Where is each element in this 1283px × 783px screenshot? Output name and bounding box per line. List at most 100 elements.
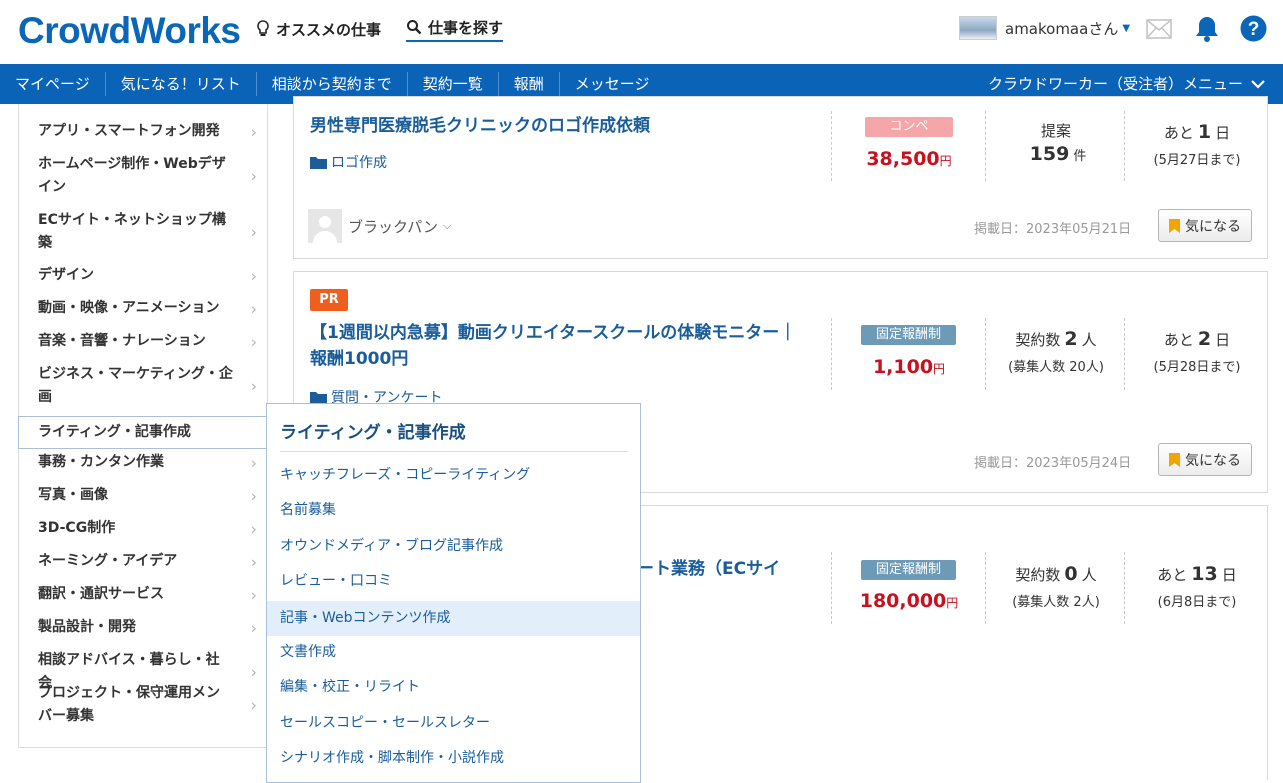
proposal-count: 提案 159 件 <box>986 120 1126 165</box>
sidebar-item-product-design[interactable]: 製品設計・開発 › <box>19 616 267 639</box>
subcategory-item-highlighted[interactable]: 記事・Webコンテンツ作成 <box>267 601 640 636</box>
client-name: ブラックパン <box>348 217 439 236</box>
sidebar-item-label: ネーミング・アイデア <box>38 553 178 569</box>
job-title[interactable]: 男性専門医療脱毛クリニックのロゴ作成依頼 <box>310 113 650 139</box>
chevron-right-icon: › <box>250 332 257 351</box>
deadline-prefix: あと <box>1163 331 1194 349</box>
sidebar-item-web-design[interactable]: ホームページ制作・Webデザイン › <box>19 153 267 199</box>
nav-mypage[interactable]: マイページ <box>0 72 106 96</box>
deadline-date: (6月8日まで) <box>1157 595 1237 610</box>
favorite-button[interactable]: 気になる <box>1158 209 1252 242</box>
sidebar-item-label: 製品設計・開発 <box>38 619 136 635</box>
nav-consult-to-contract[interactable]: 相談から契約まで <box>257 72 408 96</box>
search-icon <box>407 20 422 35</box>
chevron-right-icon: › <box>250 376 257 396</box>
client-info[interactable]: ブラックパン ⌵ <box>308 209 451 243</box>
sidebar-item-label: 翻訳・通訳サービス <box>38 586 164 602</box>
favorite-button[interactable]: 気になる <box>1158 443 1252 476</box>
price-value: 1,100 <box>872 356 934 378</box>
sidebar-item-label: 写真・画像 <box>38 487 108 503</box>
price-unit: 円 <box>933 362 946 376</box>
chevron-right-icon: › <box>250 552 257 571</box>
chevron-down-icon: ⌵ <box>443 219 452 232</box>
sidebar-item-label: 3D-CG制作 <box>38 520 116 536</box>
sidebar-item-translation[interactable]: 翻訳・通訳サービス › <box>19 583 267 606</box>
job-category[interactable]: ロゴ作成 <box>310 152 387 172</box>
subcategory-item[interactable]: キャッチフレーズ・コピーライティング <box>267 458 640 493</box>
sidebar-item-business[interactable]: ビジネス・マーケティング・企画 › <box>19 363 267 409</box>
nav-favorites[interactable]: 気になる！リスト <box>106 72 257 96</box>
divider <box>831 552 832 624</box>
subcategory-item[interactable]: 文書作成 <box>267 635 640 670</box>
subcategory-item[interactable]: 編集・校正・リライト <box>267 670 640 705</box>
sidebar-item-3dcg[interactable]: 3D-CG制作 › <box>19 517 267 540</box>
deadline: あと 1 日 (5月27日まで) <box>1125 121 1269 168</box>
job-price: 180,000円 <box>847 590 971 612</box>
search-label: 仕事を探す <box>428 18 504 37</box>
deadline-days: 13 <box>1191 563 1218 585</box>
sidebar-item-design[interactable]: デザイン › <box>19 264 267 287</box>
lightbulb-icon <box>257 20 269 36</box>
sidebar-item-video[interactable]: 動画・映像・アニメーション › <box>19 297 267 320</box>
job-title[interactable]: ート業務（ECサイ <box>637 556 780 582</box>
flyout-title[interactable]: ライティング・記事作成 <box>280 418 628 452</box>
deadline: あと 13 日 (6月8日まで) <box>1125 563 1269 610</box>
help-icon[interactable]: ? <box>1240 15 1267 42</box>
sidebar-item-office-work[interactable]: 事務・カンタン作業 › <box>19 451 267 474</box>
sidebar-item-label: 音楽・音響・ナレーション <box>38 333 206 349</box>
job-title[interactable]: 【1週間以内急募】動画クリエイタースクールの体験モニター｜ 報酬1000円 <box>310 320 820 372</box>
contract-count: 契約数 2 人 (募集人数 20人) <box>986 328 1126 375</box>
recommend-jobs-link[interactable]: オススメの仕事 <box>256 16 381 42</box>
nav-contracts[interactable]: 契約一覧 <box>408 72 499 96</box>
chevron-right-icon: › <box>250 299 257 318</box>
subcategory-item[interactable]: レビュー・口コミ <box>267 564 640 599</box>
sidebar-item-label: アプリ・スマートフォン開発 <box>38 123 220 139</box>
worker-menu[interactable]: クラウドワーカー（受注者）メニュー <box>988 73 1265 94</box>
find-jobs-link[interactable]: 仕事を探す <box>406 16 504 42</box>
posted-date: 掲載日：2023年05月21日 <box>974 222 1132 237</box>
nav-messages[interactable]: メッセージ <box>560 72 665 96</box>
mail-icon[interactable] <box>1146 19 1172 39</box>
job-card: 男性専門医療脱毛クリニックのロゴ作成依頼 ロゴ作成 コンペ 38,500円 提案… <box>293 96 1268 259</box>
subcategory-item[interactable]: オウンドメディア・ブログ記事作成 <box>267 529 640 564</box>
stat-value: 0 <box>1064 563 1078 585</box>
bookmark-icon <box>1169 452 1180 467</box>
subcategory-item[interactable]: セールスコピー・セールスレター <box>267 706 640 741</box>
bookmark-icon <box>1169 218 1180 233</box>
job-title-line: 報酬1000円 <box>310 349 409 369</box>
contract-count: 契約数 0 人 (募集人数 2人) <box>986 563 1126 610</box>
sidebar-item-project-member[interactable]: プロジェクト・保守運用メンバー募集 › <box>19 682 267 728</box>
crowdworks-logo[interactable]: CrowdWorks <box>18 10 241 52</box>
stat-unit: 人 <box>1081 331 1097 349</box>
sidebar-item-label: ECサイト・ネットショップ構築 <box>38 212 226 251</box>
nav-rewards[interactable]: 報酬 <box>499 72 560 96</box>
favorite-label: 気になる <box>1185 218 1241 235</box>
deadline-unit: 日 <box>1215 124 1231 142</box>
stat-label: 契約数 <box>1015 331 1061 349</box>
client-avatar <box>308 209 342 243</box>
deadline-prefix: あと <box>1157 566 1188 584</box>
sidebar-item-label: 事務・カンタン作業 <box>38 454 164 470</box>
user-menu[interactable]: amakomaaさん ▼ <box>959 16 1130 40</box>
chevron-right-icon: › <box>250 453 257 472</box>
sidebar-item-music[interactable]: 音楽・音響・ナレーション › <box>19 330 267 353</box>
sidebar-item-photo[interactable]: 写真・画像 › <box>19 484 267 507</box>
sidebar-item-writing[interactable]: ライティング・記事作成 <box>18 416 269 449</box>
subcategory-item[interactable]: 名前募集 <box>267 493 640 528</box>
deadline-days: 1 <box>1197 121 1212 143</box>
worker-menu-label: クラウドワーカー（受注者）メニュー <box>987 75 1243 93</box>
subcategory-item[interactable]: シナリオ作成・脚本制作・小説作成 <box>267 741 640 776</box>
sidebar-item-naming[interactable]: ネーミング・アイデア › <box>19 550 267 573</box>
sidebar-item-ec-site[interactable]: ECサイト・ネットショップ構築 › <box>19 209 267 255</box>
sidebar-item-label: ビジネス・マーケティング・企画 <box>38 366 233 405</box>
sidebar-item-label: ライティング・記事作成 <box>38 424 191 440</box>
chevron-right-icon: › <box>250 662 257 682</box>
chevron-right-icon: › <box>250 166 257 186</box>
stat-label: 契約数 <box>1015 566 1061 584</box>
chevron-right-icon: › <box>250 618 257 637</box>
chevron-right-icon: › <box>250 266 257 285</box>
bell-icon[interactable] <box>1194 15 1220 43</box>
sidebar-item-app-dev[interactable]: アプリ・スマートフォン開発 › <box>19 120 267 143</box>
deadline-prefix: あと <box>1163 124 1194 142</box>
stat-value: 2 <box>1064 328 1078 350</box>
